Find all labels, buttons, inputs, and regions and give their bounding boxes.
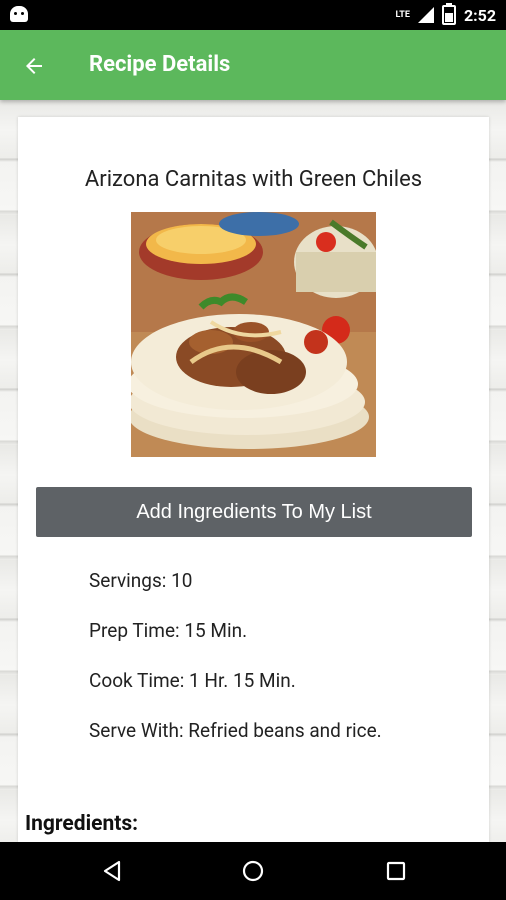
- page-title: Recipe Details: [89, 52, 231, 77]
- recipe-card: Arizona Carnitas with Green Chiles Add I…: [18, 117, 489, 842]
- square-recents-icon[interactable]: [384, 859, 408, 883]
- prep-time-text: Prep Time: 15 Min.: [89, 619, 248, 642]
- battery-icon: [441, 3, 456, 25]
- signal-icon: [417, 7, 434, 23]
- arrow-back-icon[interactable]: [22, 54, 46, 78]
- cook-time-text: Cook Time: 1 Hr. 15 Min.: [89, 669, 296, 692]
- serve-with-text: Serve With: Refried beans and rice.: [89, 719, 382, 742]
- triangle-back-icon[interactable]: [100, 859, 124, 883]
- add-ingredients-button[interactable]: Add Ingredients To My List: [36, 487, 472, 537]
- ingredients-heading: Ingredients:: [25, 812, 139, 836]
- navigation-bar: [0, 842, 506, 900]
- circle-home-icon[interactable]: [241, 859, 265, 883]
- status-bar: LTE 2:52: [0, 0, 506, 30]
- app-bar: Recipe Details: [0, 30, 506, 100]
- servings-text: Servings: 10: [89, 569, 193, 592]
- recipe-photo: [131, 212, 376, 457]
- android-debug-icon: [10, 6, 28, 22]
- clock: 2:52: [463, 5, 496, 25]
- status-icons: LTE 2:52: [395, 3, 496, 26]
- recipe-title: Arizona Carnitas with Green Chiles: [84, 167, 423, 192]
- network-type: LTE: [395, 9, 410, 20]
